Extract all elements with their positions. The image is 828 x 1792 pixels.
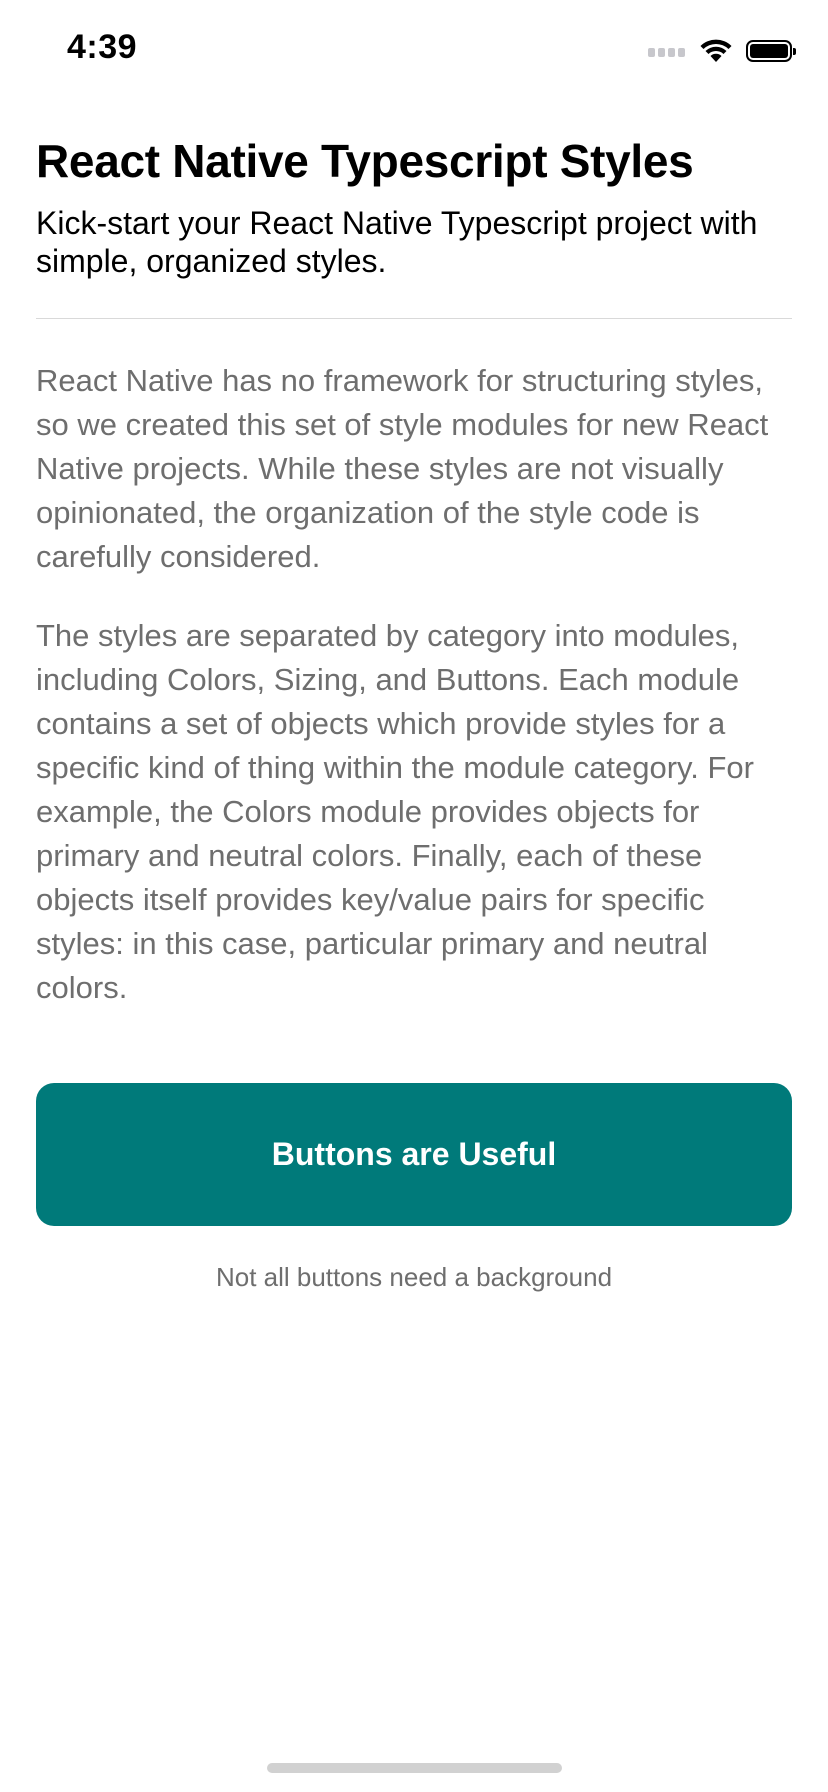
modules-paragraph: The styles are separated by category int… [36,618,754,1005]
status-time: 4:39 [67,28,138,66]
home-indicator[interactable] [267,1763,562,1773]
status-icons [648,36,796,66]
buttons-are-useful-button[interactable]: Buttons are Useful [36,1083,792,1226]
intro-paragraph: React Native has no framework for struct… [36,363,769,574]
primary-button-label: Buttons are Useful [271,1136,557,1172]
app-screen: 4:39 React Native Typescript Styles Kick… [0,0,828,1792]
main-content: React Native Typescript Styles Kick-star… [36,130,792,1293]
cellular-signal-icon [648,45,685,57]
battery-icon [746,40,796,62]
wifi-icon [700,39,732,62]
page-title: React Native Typescript Styles [36,135,694,187]
text-button[interactable]: Not all buttons need a background [36,1262,792,1293]
divider [36,318,792,319]
page-subtitle: Kick-start your React Native Typescript … [36,205,758,279]
status-bar: 4:39 [0,0,828,100]
